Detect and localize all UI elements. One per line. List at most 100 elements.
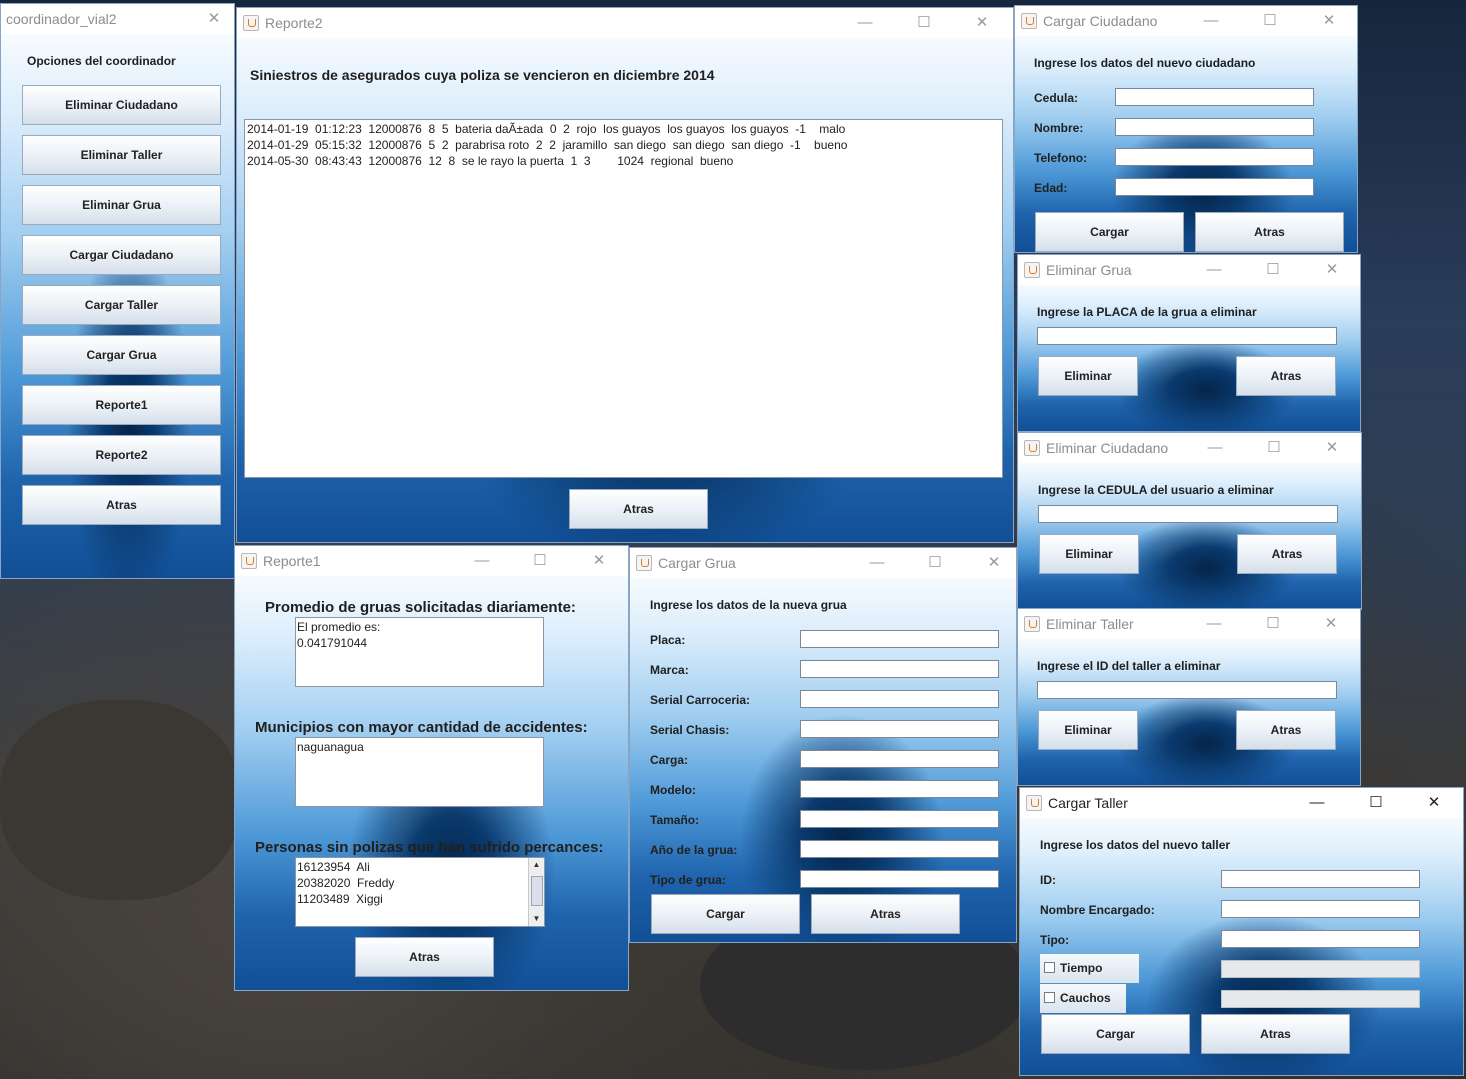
- placa-field[interactable]: [800, 630, 999, 648]
- maximize-icon[interactable]: ☐: [913, 12, 935, 34]
- edad-field[interactable]: [1115, 178, 1314, 196]
- scroll-down-icon[interactable]: ▼: [529, 912, 544, 926]
- taller-id-field[interactable]: [1037, 681, 1337, 699]
- minimize-icon[interactable]: —: [1306, 792, 1328, 814]
- maximize-icon[interactable]: ☐: [924, 552, 946, 574]
- nombre-field[interactable]: [1115, 118, 1314, 136]
- telefono-field[interactable]: [1115, 148, 1314, 166]
- java-icon: [1026, 795, 1042, 811]
- close-icon[interactable]: ✕: [1320, 613, 1342, 635]
- desktop-rock: [0, 700, 240, 900]
- title-bar[interactable]: Reporte2 — ☐ ✕: [237, 8, 1013, 38]
- close-icon[interactable]: ✕: [971, 12, 993, 34]
- cargar-grua-button[interactable]: Cargar Grua: [22, 335, 221, 375]
- title-bar[interactable]: Cargar Ciudadano — ☐ ✕: [1015, 6, 1357, 36]
- title-bar[interactable]: coordinador_vial2 ✕: [1, 4, 234, 34]
- reporte2-button[interactable]: Reporte2: [22, 435, 221, 475]
- atras-button[interactable]: Atras: [1237, 534, 1337, 574]
- minimize-icon[interactable]: —: [1203, 613, 1225, 635]
- title-bar[interactable]: Eliminar Taller — ☐ ✕: [1018, 609, 1360, 639]
- title-bar[interactable]: Reporte1 — ☐ ✕: [235, 546, 628, 576]
- atras-button[interactable]: Atras: [355, 937, 494, 977]
- close-icon[interactable]: ✕: [1321, 437, 1343, 459]
- carga-field[interactable]: [800, 750, 999, 768]
- minimize-icon[interactable]: —: [471, 550, 493, 572]
- siniestros-text-area[interactable]: 2014-01-19 01:12:23 12000876 8 5 bateria…: [244, 119, 1003, 478]
- atras-button[interactable]: Atras: [1236, 356, 1336, 396]
- serial-chasis-field[interactable]: [800, 720, 999, 738]
- close-icon[interactable]: ✕: [1423, 792, 1445, 814]
- eliminar-ciudadano-button[interactable]: Eliminar Ciudadano: [22, 85, 221, 125]
- eliminar-taller-button[interactable]: Eliminar Taller: [22, 135, 221, 175]
- title-bar[interactable]: Cargar Taller — ☐ ✕: [1020, 788, 1463, 818]
- modelo-field[interactable]: [800, 780, 999, 798]
- scroll-thumb[interactable]: [531, 876, 543, 906]
- tamano-field[interactable]: [800, 810, 999, 828]
- close-icon[interactable]: ✕: [588, 550, 610, 572]
- carga-label: Carga:: [650, 753, 689, 767]
- eliminar-button[interactable]: Eliminar: [1038, 710, 1138, 750]
- minimize-icon[interactable]: —: [1203, 259, 1225, 281]
- personas-text-area[interactable]: 16123954 Ali 20382020 Freddy 11203489 Xi…: [295, 857, 545, 927]
- personas-label: Personas sin polizas que han sufrido per…: [255, 839, 604, 856]
- close-icon[interactable]: ✕: [1318, 10, 1340, 32]
- cedula-field[interactable]: [1038, 505, 1338, 523]
- eliminar-button[interactable]: Eliminar: [1038, 356, 1138, 396]
- cauchos-field[interactable]: [1221, 990, 1420, 1008]
- close-icon[interactable]: ✕: [1321, 259, 1343, 281]
- scroll-up-icon[interactable]: ▲: [529, 858, 544, 872]
- tipo-field[interactable]: [1221, 930, 1420, 948]
- cargar-button[interactable]: Cargar: [1041, 1014, 1190, 1054]
- eliminar-button[interactable]: Eliminar: [1039, 534, 1139, 574]
- close-icon[interactable]: ✕: [983, 552, 1005, 574]
- maximize-icon[interactable]: ☐: [1262, 259, 1284, 281]
- serial-carroceria-field[interactable]: [800, 690, 999, 708]
- minimize-icon[interactable]: —: [854, 12, 876, 34]
- cargar-ciudadano-button[interactable]: Cargar Ciudadano: [22, 235, 221, 275]
- title-bar[interactable]: Cargar Grua — ☐ ✕: [630, 548, 1016, 578]
- tiempo-field[interactable]: [1221, 960, 1420, 978]
- cargar-taller-button[interactable]: Cargar Taller: [22, 285, 221, 325]
- checkbox-box[interactable]: [1044, 962, 1055, 973]
- atras-button[interactable]: Atras: [1236, 710, 1336, 750]
- title-bar[interactable]: Eliminar Ciudadano — ☐ ✕: [1018, 433, 1361, 463]
- modelo-label: Modelo:: [650, 783, 696, 797]
- atras-button[interactable]: Atras: [1201, 1014, 1350, 1054]
- maximize-icon[interactable]: ☐: [1262, 613, 1284, 635]
- minimize-icon[interactable]: —: [1200, 10, 1222, 32]
- nombre-encargado-field[interactable]: [1221, 900, 1420, 918]
- maximize-icon[interactable]: ☐: [1263, 437, 1285, 459]
- maximize-icon[interactable]: ☐: [1259, 10, 1281, 32]
- title-bar[interactable]: Eliminar Grua — ☐ ✕: [1018, 255, 1360, 285]
- tipo-grua-field[interactable]: [800, 870, 999, 888]
- ano-field[interactable]: [800, 840, 999, 858]
- placa-field[interactable]: [1037, 327, 1337, 345]
- minimize-icon[interactable]: —: [866, 552, 888, 574]
- atras-button[interactable]: Atras: [1195, 212, 1344, 252]
- cedula-field[interactable]: [1115, 88, 1314, 106]
- checkbox-box[interactable]: [1044, 992, 1055, 1003]
- atras-button[interactable]: Atras: [811, 894, 960, 934]
- cargar-button[interactable]: Cargar: [1035, 212, 1184, 252]
- maximize-icon[interactable]: ☐: [1365, 792, 1387, 814]
- promedio-line: 0.041791044: [297, 636, 368, 650]
- eliminar-grua-button[interactable]: Eliminar Grua: [22, 185, 221, 225]
- cargar-taller-heading: Ingrese los datos del nuevo taller: [1040, 838, 1231, 852]
- municipio-line: naguanagua: [297, 740, 364, 754]
- cargar-button[interactable]: Cargar: [651, 894, 800, 934]
- municipios-text-area[interactable]: naguanagua: [295, 737, 544, 807]
- reporte1-button[interactable]: Reporte1: [22, 385, 221, 425]
- id-field[interactable]: [1221, 870, 1420, 888]
- minimize-icon[interactable]: —: [1204, 437, 1226, 459]
- atras-button[interactable]: Atras: [22, 485, 221, 525]
- java-icon: [241, 553, 257, 569]
- cauchos-checkbox[interactable]: Cauchos: [1040, 984, 1126, 1013]
- vertical-scrollbar[interactable]: ▲ ▼: [528, 858, 544, 926]
- tiempo-checkbox[interactable]: Tiempo: [1040, 954, 1139, 983]
- marca-field[interactable]: [800, 660, 999, 678]
- promedio-text-area[interactable]: El promedio es: 0.041791044: [295, 617, 544, 687]
- maximize-icon[interactable]: ☐: [529, 550, 551, 572]
- close-icon[interactable]: ✕: [203, 8, 225, 30]
- atras-button[interactable]: Atras: [569, 489, 708, 529]
- java-icon: [1024, 262, 1040, 278]
